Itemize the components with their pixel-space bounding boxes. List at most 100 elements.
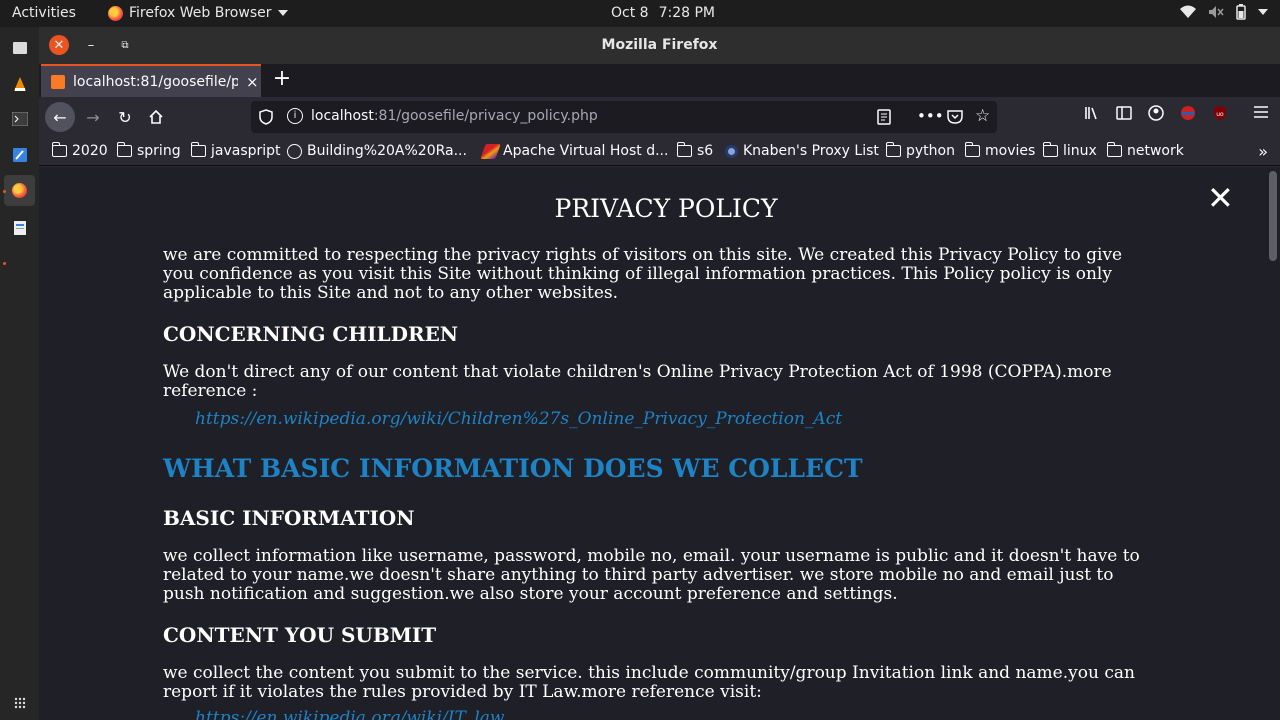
arrow-right-icon: →	[86, 107, 100, 127]
reload-button[interactable]: ↻	[111, 103, 139, 131]
dock-text-editor[interactable]	[4, 139, 35, 170]
folder-icon	[965, 142, 980, 157]
folder-icon	[677, 142, 692, 157]
bookmark-item[interactable]: spring	[117, 142, 181, 159]
dock-vlc[interactable]	[4, 68, 35, 99]
url-text[interactable]: localhost:81/goosefile/privacy_policy.ph…	[311, 108, 598, 124]
page-content[interactable]: ✕ PRIVACY POLICY we are committed to res…	[39, 167, 1280, 720]
apache-icon	[480, 143, 501, 159]
bookmark-label: Knaben's Proxy List	[743, 143, 879, 159]
bookmark-label: s6	[697, 143, 714, 159]
it-law-link[interactable]: https://en.wikipedia.org/wiki/IT_law	[195, 708, 504, 720]
bookmark-item[interactable]: s6	[677, 142, 714, 159]
basic-info-paragraph: we collect information like username, pa…	[163, 546, 1140, 604]
reader-view-icon[interactable]	[877, 109, 891, 125]
window-titlebar[interactable]: ✕ – ⧉ Mozilla Firefox	[39, 27, 1280, 64]
folder-icon	[191, 142, 206, 157]
intro-paragraph: we are committed to respecting the priva…	[163, 245, 1123, 303]
bookmark-label: Building%20A%20Ra...	[307, 143, 467, 159]
bookmark-label: Apache Virtual Host d...	[503, 143, 669, 159]
content-submit-paragraph: we collect the content you submit to the…	[163, 663, 1135, 702]
folder-icon	[886, 142, 901, 157]
firefox-window: ✕ – ⧉ Mozilla Firefox localhost:81/goose…	[39, 27, 1280, 720]
ublock-origin-icon[interactable]: uo	[1212, 105, 1228, 121]
collect-heading: WHAT BASIC INFORMATION DOES WE COLLECT	[163, 454, 863, 483]
chevron-double-right-icon[interactable]: »	[1258, 142, 1268, 161]
dock-firefox[interactable]	[4, 175, 35, 206]
library-icon[interactable]	[1084, 105, 1100, 121]
bookmark-label: linux	[1063, 143, 1097, 159]
content-submit-heading: CONTENT YOU SUBMIT	[163, 623, 437, 647]
tab-close-icon[interactable]: ×	[246, 73, 259, 91]
basic-info-heading: BASIC INFORMATION	[163, 506, 415, 530]
site-info-icon[interactable]: i	[287, 108, 303, 124]
app-menu[interactable]: Firefox Web Browser	[108, 5, 288, 21]
bookmark-item[interactable]: linux	[1043, 142, 1097, 159]
children-heading: CONCERNING CHILDREN	[163, 322, 459, 346]
dock	[0, 27, 39, 720]
xampp-favicon-icon	[51, 74, 65, 89]
navigation-toolbar: ← → ↻ i localhost:81/goosefile/privacy_p…	[39, 97, 1280, 137]
chevron-down-icon	[1258, 9, 1268, 15]
close-icon[interactable]: ✕	[1207, 182, 1234, 214]
window-title: Mozilla Firefox	[601, 37, 718, 53]
folder-icon	[117, 142, 132, 157]
tab-privacy-policy[interactable]: localhost:81/goosefile/p ×	[41, 64, 261, 97]
page-actions-icon[interactable]: •••	[917, 107, 944, 125]
knaben-icon	[725, 144, 738, 158]
hamburger-menu-icon[interactable]	[1253, 105, 1269, 119]
running-indicator	[3, 262, 6, 265]
scrollbar-thumb[interactable]	[1269, 171, 1277, 261]
bookmark-item[interactable]: Building%20A%20Ra...	[287, 143, 467, 159]
forward-button[interactable]: →	[79, 103, 107, 131]
show-applications-button[interactable]	[4, 687, 35, 718]
running-indicator	[3, 190, 6, 193]
bookmark-item[interactable]: python	[886, 142, 955, 159]
bookmark-label: network	[1127, 143, 1184, 159]
folder-icon	[1043, 142, 1058, 157]
bookmark-item[interactable]: network	[1107, 142, 1184, 159]
address-bar[interactable]: i localhost:81/goosefile/privacy_policy.…	[251, 101, 997, 133]
new-tab-button[interactable]: +	[271, 68, 293, 91]
vpn-extension-icon[interactable]	[1179, 105, 1197, 121]
url-host: localhost	[311, 108, 374, 124]
bookmark-label: 2020	[72, 143, 108, 159]
back-button[interactable]: ←	[45, 102, 75, 132]
bookmark-item[interactable]: Knaben's Proxy List	[725, 143, 879, 159]
account-icon[interactable]	[1148, 105, 1164, 121]
bookmark-item[interactable]: javaspript	[191, 142, 281, 159]
tab-label: localhost:81/goosefile/p	[73, 73, 238, 90]
globe-icon	[287, 143, 302, 159]
terminal-icon	[11, 111, 28, 126]
battery-icon	[1236, 4, 1246, 20]
bookmark-label: movies	[985, 143, 1036, 159]
system-status-area[interactable]	[1180, 4, 1268, 20]
app-menu-label: Firefox Web Browser	[129, 5, 272, 21]
sidebar-icon[interactable]	[1116, 105, 1132, 121]
children-paragraph: We don't direct any of our content that …	[163, 362, 1112, 401]
bookmark-item[interactable]: Apache Virtual Host d...	[480, 143, 669, 159]
dock-document-viewer[interactable]	[4, 212, 35, 243]
pocket-icon[interactable]	[947, 109, 963, 124]
home-icon	[149, 109, 163, 124]
clock[interactable]: Oct 8 7:28 PM	[611, 5, 715, 21]
home-button[interactable]	[142, 103, 170, 131]
tracking-protection-shield-icon[interactable]	[259, 109, 273, 125]
dock-files[interactable]	[4, 32, 35, 63]
wifi-icon	[1180, 5, 1196, 18]
tab-strip: localhost:81/goosefile/p × +	[39, 64, 1280, 97]
bookmark-label: spring	[137, 143, 181, 159]
arrow-left-icon: ←	[53, 107, 67, 127]
activities-button[interactable]: Activities	[12, 5, 76, 21]
bookmark-label: python	[906, 143, 955, 159]
clock-date: Oct 8	[611, 5, 649, 21]
bookmark-star-icon[interactable]: ☆	[975, 106, 990, 126]
bookmarks-toolbar: 2020 spring javaspript Building%20A%20Ra…	[39, 137, 1280, 166]
firefox-icon	[108, 5, 123, 21]
bookmark-item[interactable]: 2020	[52, 142, 108, 159]
bookmark-item[interactable]: movies	[965, 142, 1036, 159]
url-path: :81/goosefile/privacy_policy.php	[373, 108, 598, 124]
vlc-icon	[13, 76, 26, 91]
dock-terminal[interactable]	[4, 103, 35, 134]
coppa-link[interactable]: https://en.wikipedia.org/wiki/Children%2…	[195, 409, 842, 429]
